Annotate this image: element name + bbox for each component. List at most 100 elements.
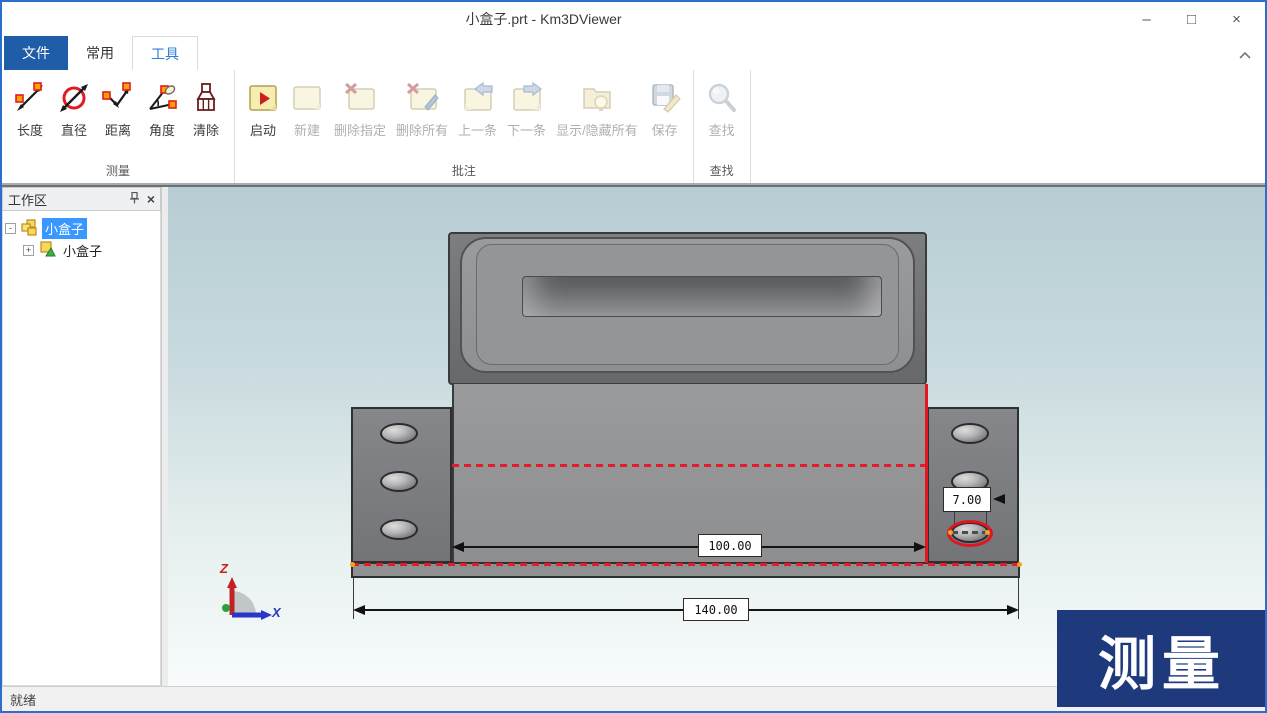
collapse-ribbon-icon[interactable] [1239, 46, 1251, 64]
length-label: 长度 [17, 120, 43, 139]
annotate-start-label: 启动 [250, 120, 276, 139]
measure-buttons: 长度 直径 [2, 70, 234, 161]
hole-diameter-dash [952, 531, 988, 534]
collapse-expander-icon[interactable]: - [5, 223, 16, 234]
axis-z-label: Z [220, 561, 228, 576]
dim-arrow-right [1007, 605, 1019, 615]
ribbon-empty-space [751, 70, 1265, 183]
flange-hole [380, 519, 418, 540]
clear-brush-icon [189, 81, 223, 115]
model-body [452, 384, 927, 565]
section-dashed-line-lower [352, 563, 1020, 566]
ribbon-group-measure: 长度 直径 [2, 70, 235, 183]
diameter-button[interactable]: 直径 [52, 76, 96, 142]
annotation-previous-icon [461, 81, 495, 115]
annotate-previous-button[interactable]: 上一条 [453, 76, 502, 142]
dim-label-base-width: 140.00 [683, 598, 749, 621]
tree-node-part[interactable]: + 小盒子 [5, 239, 158, 261]
annotate-delete-all-label: 删除所有 [396, 120, 448, 139]
annotation-start-icon [246, 81, 280, 115]
annotate-new-button[interactable]: 新建 [285, 76, 329, 142]
angle-label: 角度 [149, 120, 175, 139]
measure-mode-overlay: 测量 [1057, 610, 1267, 707]
annotate-delete-selected-button[interactable]: 删除指定 [329, 76, 391, 142]
axis-x-label: X [272, 605, 281, 620]
distance-button[interactable]: 距离 [96, 76, 140, 142]
annotate-group-label: 批注 [235, 161, 693, 183]
annotation-show-hide-icon [580, 81, 614, 115]
measure-endpoint-dot [1017, 562, 1022, 567]
maximize-button[interactable]: □ [1169, 2, 1214, 36]
dia-leader-arrow [993, 494, 1005, 504]
minimize-button[interactable]: – [1124, 2, 1169, 36]
annotate-next-button[interactable]: 下一条 [502, 76, 551, 142]
dim-line-body-width [458, 546, 920, 548]
coordinate-triad [208, 575, 278, 627]
measure-endpoint-dot [350, 562, 355, 567]
dim-arrow-right [914, 542, 926, 552]
dim-arrow-left [452, 542, 464, 552]
tab-tools[interactable]: 工具 [132, 36, 198, 70]
app-window: 小盒子.prt - Km3DViewer – □ × 文件 常用 工具 [0, 0, 1267, 713]
annotate-next-label: 下一条 [507, 120, 546, 139]
annotate-show-hide-label: 显示/隐藏所有 [556, 120, 638, 139]
annotation-delete-selected-icon [343, 81, 377, 115]
part-icon [38, 240, 56, 261]
ribbon-group-find: 查找 查找 [694, 70, 751, 183]
measure-group-label: 测量 [2, 161, 234, 183]
ribbon-tab-row: 文件 常用 工具 [2, 36, 1265, 70]
workspace-tree: - 小盒子 + [2, 211, 161, 686]
annotate-new-label: 新建 [294, 120, 320, 139]
find-buttons: 查找 [694, 70, 750, 161]
workspace-title: 工作区 [8, 190, 129, 209]
flange-hole [380, 423, 418, 444]
diameter-label: 直径 [61, 120, 87, 139]
annotate-save-button[interactable]: 保存 [643, 76, 687, 142]
model-handle-slot [522, 276, 882, 317]
status-text: 就绪 [10, 690, 36, 709]
flange-hole [380, 471, 418, 492]
close-panel-icon[interactable]: × [147, 191, 155, 207]
ribbon-group-annotate: 启动 新建 [235, 70, 694, 183]
workspace-header: 工作区 × [2, 187, 161, 211]
annotation-delete-all-icon [405, 81, 439, 115]
find-group-label: 查找 [694, 161, 750, 183]
measured-edge-highlight [925, 384, 928, 563]
close-button[interactable]: × [1214, 2, 1259, 36]
length-icon [13, 81, 47, 115]
annotate-save-label: 保存 [652, 120, 678, 139]
pin-icon[interactable] [129, 192, 140, 207]
annotate-show-hide-all-button[interactable]: 显示/隐藏所有 [551, 76, 643, 142]
dim-label-body-width: 100.00 [698, 534, 762, 557]
flange-hole [951, 423, 989, 444]
measure-endpoint-dot [985, 530, 990, 535]
tab-home[interactable]: 常用 [68, 36, 132, 70]
distance-icon [101, 81, 135, 115]
annotation-save-icon [648, 81, 682, 115]
section-dashed-line-upper [452, 464, 927, 467]
workspace-header-tools: × [129, 191, 155, 207]
clear-label: 清除 [193, 120, 219, 139]
tree-node-root-label[interactable]: 小盒子 [42, 218, 87, 239]
length-button[interactable]: 长度 [8, 76, 52, 142]
title-bar: 小盒子.prt - Km3DViewer – □ × [2, 2, 1265, 36]
tree-node-root[interactable]: - 小盒子 [5, 217, 158, 239]
find-magnifier-icon [705, 81, 739, 115]
ribbon: 长度 直径 [2, 70, 1265, 185]
angle-button[interactable]: 角度 [140, 76, 184, 142]
annotate-delete-all-button[interactable]: 删除所有 [391, 76, 453, 142]
workspace-panel: 工作区 × - [2, 187, 162, 686]
measure-overlay-label: 测量 [1098, 617, 1226, 701]
find-label: 查找 [709, 120, 735, 139]
clear-button[interactable]: 清除 [184, 76, 228, 142]
angle-icon [145, 81, 179, 115]
tab-file[interactable]: 文件 [4, 36, 68, 70]
tree-node-part-label[interactable]: 小盒子 [60, 240, 105, 261]
annotation-new-icon [290, 81, 324, 115]
expand-expander-icon[interactable]: + [23, 245, 34, 256]
dim-arrow-left [353, 605, 365, 615]
annotate-start-button[interactable]: 启动 [241, 76, 285, 142]
find-button[interactable]: 查找 [700, 76, 744, 142]
measure-endpoint-dot [948, 530, 953, 535]
distance-label: 距离 [105, 120, 131, 139]
